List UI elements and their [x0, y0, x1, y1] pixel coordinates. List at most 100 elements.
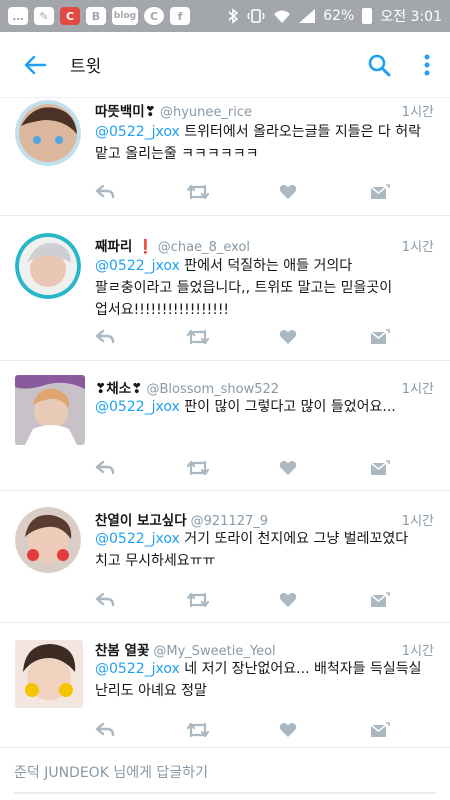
- tweet-text: @0522_jxox 판에서 덕질하는 애들 거의다 팔ㄹ충이라고 들었읍니다,…: [95, 255, 438, 321]
- tweet-actions: [0, 322, 450, 352]
- heart-icon: [279, 330, 297, 344]
- timestamp: 1시간: [401, 382, 434, 397]
- tweet[interactable]: 찬봄 열꽃 @My_Sweetie_Yeol 1시간 @0522_jxox 네 …: [0, 623, 450, 747]
- tweet-text-line: 팔ㄹ충이라고 들었읍니다,, 트위또 말고는 믿을곳이: [95, 280, 393, 296]
- reply-button[interactable]: [90, 715, 120, 745]
- like-button[interactable]: [273, 453, 303, 483]
- signal-icon: [299, 9, 316, 23]
- display-name[interactable]: 째파리 ❗: [95, 235, 154, 255]
- reply-icon: [95, 723, 115, 737]
- mention-link[interactable]: @0522_jxox: [95, 399, 180, 415]
- arrow-left-icon: [24, 55, 47, 74]
- vibrate-icon: [247, 9, 265, 23]
- heart-icon: [279, 185, 297, 199]
- tweet-text: @0522_jxox 네 저기 장난없어요... 배척자들 득실득실 난리도 아…: [95, 658, 438, 702]
- reply-button[interactable]: [90, 177, 120, 207]
- retweet-button[interactable]: [183, 453, 213, 483]
- user-handle[interactable]: @Blossom_show522: [146, 382, 279, 397]
- reply-input[interactable]: 준덕 JUNDEOK 님에게 답글하기: [14, 762, 436, 782]
- tweet-header: 찬봄 열꽃 @My_Sweetie_Yeol 1시간: [95, 639, 434, 659]
- tweet[interactable]: 째파리 ❗ @chae_8_exol 1시간 @0522_jxox 판에서 덕질…: [0, 216, 450, 361]
- direct-message-button[interactable]: [365, 322, 395, 352]
- timestamp: 1시간: [401, 240, 434, 255]
- envelope-icon: [370, 592, 390, 607]
- retweet-button[interactable]: [183, 585, 213, 615]
- display-name[interactable]: 찬봄 열꽃: [95, 639, 149, 659]
- tweet-text: @0522_jxox 거기 또라이 천지에요 그냥 벌레꼬였다 치고 무시하세요…: [95, 528, 438, 572]
- tweet-text-line: 난리도 아녜요 정말: [95, 683, 207, 699]
- retweet-button[interactable]: [183, 715, 213, 745]
- status-system-icons: 62% 오전 3:01: [227, 6, 442, 26]
- reply-icon: [95, 593, 115, 607]
- envelope-icon: [370, 329, 390, 344]
- timestamp: 1시간: [401, 644, 434, 659]
- avatar[interactable]: [15, 507, 81, 573]
- tweet[interactable]: ❣채소❣ @Blossom_show522 1시간 @0522_jxox 판이 …: [0, 361, 450, 491]
- tweet-actions: [0, 453, 450, 483]
- direct-message-button[interactable]: [365, 585, 395, 615]
- battery-icon: [362, 8, 373, 24]
- more-options-button[interactable]: [404, 32, 450, 98]
- direct-message-button[interactable]: [365, 715, 395, 745]
- blog-app-icon: blog: [112, 7, 138, 25]
- mention-link[interactable]: @0522_jxox: [95, 531, 180, 547]
- user-handle[interactable]: @My_Sweetie_Yeol: [153, 644, 275, 659]
- tweet[interactable]: 찬열이 보고싶다 @921127_9 1시간 @0522_jxox 거기 또라이…: [0, 491, 450, 623]
- tweet-actions: [0, 715, 450, 745]
- tweet-text-line: 네 저기 장난없어요... 배척자들 득실득실: [179, 661, 422, 677]
- user-handle[interactable]: @hyunee_rice: [160, 105, 252, 120]
- like-button[interactable]: [273, 585, 303, 615]
- c-round-app-icon: C: [144, 7, 164, 25]
- reply-icon: [95, 185, 115, 199]
- timestamp: 1시간: [401, 514, 434, 529]
- tweet[interactable]: 따뜻백미❣ @hyunee_rice 1시간 @0522_jxox 트위터에서 …: [0, 99, 450, 216]
- page-title: 트윗: [70, 57, 102, 77]
- display-name[interactable]: ❣채소❣: [95, 377, 142, 397]
- avatar[interactable]: [15, 233, 81, 299]
- user-handle[interactable]: @921127_9: [191, 514, 268, 529]
- tweet-header: 째파리 ❗ @chae_8_exol 1시간: [95, 235, 434, 255]
- reply-input-underline: [14, 792, 436, 794]
- avatar[interactable]: [15, 640, 83, 708]
- avatar[interactable]: [15, 100, 81, 166]
- like-button[interactable]: [273, 322, 303, 352]
- b-app-icon: B: [86, 7, 106, 25]
- heart-icon: [279, 593, 297, 607]
- tweet-header: 따뜻백미❣ @hyunee_rice 1시간: [95, 100, 434, 120]
- overflow-menu-icon: [424, 54, 430, 75]
- status-bar: … ✎ C B blog C f 62% 오전 3:01: [0, 0, 450, 32]
- app-bar: 트윗: [0, 32, 450, 98]
- retweet-button[interactable]: [183, 177, 213, 207]
- message-icon: …: [8, 7, 28, 25]
- avatar[interactable]: [15, 375, 85, 445]
- reply-icon: [95, 461, 115, 475]
- like-button[interactable]: [273, 715, 303, 745]
- direct-message-button[interactable]: [365, 177, 395, 207]
- tweet-text-line: 업서요!!!!!!!!!!!!!!!!!: [95, 302, 230, 318]
- reply-button[interactable]: [90, 322, 120, 352]
- mention-link[interactable]: @0522_jxox: [95, 661, 180, 677]
- retweet-icon: [186, 460, 210, 476]
- envelope-icon: [370, 460, 390, 475]
- user-handle[interactable]: @chae_8_exol: [158, 240, 250, 255]
- display-name[interactable]: 찬열이 보고싶다: [95, 509, 187, 529]
- tweet-text-line: 트위터에서 올라오는글들 지들은 다 허락: [179, 124, 422, 140]
- display-name[interactable]: 따뜻백미❣: [95, 100, 156, 120]
- like-button[interactable]: [273, 177, 303, 207]
- back-button[interactable]: [0, 32, 70, 98]
- reply-button[interactable]: [90, 585, 120, 615]
- facebook-icon: f: [170, 7, 190, 25]
- reply-button[interactable]: [90, 453, 120, 483]
- tweet-text: @0522_jxox 판이 많이 그렇다고 많이 들었어요...: [95, 396, 438, 418]
- status-notification-icons: … ✎ C B blog C f: [8, 7, 190, 25]
- tweet-text-line: 치고 무시하세요ㅠㅠ: [95, 553, 216, 569]
- heart-icon: [279, 461, 297, 475]
- retweet-button[interactable]: [183, 322, 213, 352]
- direct-message-button[interactable]: [365, 453, 395, 483]
- wifi-icon: [274, 10, 291, 23]
- mention-link[interactable]: @0522_jxox: [95, 124, 180, 140]
- reply-icon: [95, 330, 115, 344]
- search-button[interactable]: [354, 32, 404, 98]
- retweet-icon: [186, 184, 210, 200]
- mention-link[interactable]: @0522_jxox: [95, 258, 180, 274]
